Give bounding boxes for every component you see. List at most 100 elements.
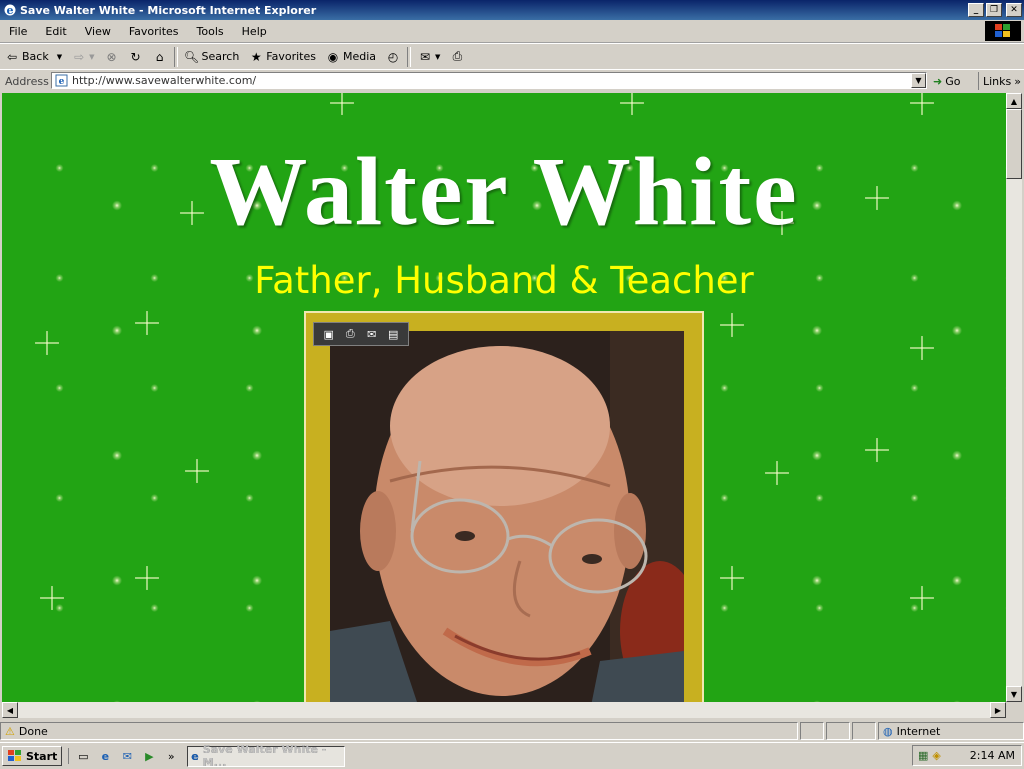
internet-explorer-icon: e	[191, 749, 199, 763]
forward-arrow-icon: ⇨	[74, 49, 85, 64]
scroll-right-button[interactable]: ▶	[990, 702, 1006, 718]
security-icon[interactable]: ◈	[932, 749, 940, 762]
address-dropdown-button[interactable]: ▼	[911, 73, 926, 88]
show-desktop-icon[interactable]: ▭	[75, 748, 91, 764]
menu-bar: File Edit View Favorites Tools Help	[0, 20, 1024, 43]
chevron-right-icon: ▶	[994, 705, 1002, 715]
favorites-button[interactable]: ★ Favorites	[244, 46, 321, 68]
print-button[interactable]: ⎙	[445, 46, 469, 68]
save-image-icon[interactable]: ▣	[322, 328, 336, 341]
back-button[interactable]: ⇦ Back ▼	[0, 46, 67, 68]
zone-label: Internet	[896, 724, 941, 738]
network-icon[interactable]: ▦	[918, 749, 928, 762]
favorites-icon: ★	[250, 49, 262, 64]
back-dropdown-icon[interactable]: ▼	[57, 53, 62, 61]
menu-help[interactable]: Help	[233, 25, 276, 38]
address-url: http://www.savewalterwhite.com/	[72, 74, 257, 87]
refresh-button[interactable]: ↻	[124, 46, 148, 68]
status-bar: ⚠ Done ◍ Internet	[0, 721, 1024, 741]
print-icon: ⎙	[452, 49, 463, 63]
search-label: Search	[201, 50, 240, 63]
image-toolbar: ▣ ⎙ ✉ ▤	[313, 322, 409, 346]
sparkle-decoration	[185, 459, 209, 483]
scroll-up-button[interactable]: ▲	[1006, 93, 1022, 109]
media-player-icon[interactable]: ▶	[141, 748, 157, 764]
start-button[interactable]: Start	[2, 746, 63, 766]
scroll-left-button[interactable]: ◀	[2, 702, 18, 718]
page-subtitle: Father, Husband & Teacher	[254, 259, 754, 302]
menu-favorites[interactable]: Favorites	[120, 25, 188, 38]
go-button[interactable]: ➜ Go	[933, 72, 960, 90]
page-title: Walter White	[209, 138, 799, 246]
sparkle-decoration	[910, 586, 934, 610]
page-done-icon: ⚠	[5, 724, 15, 738]
photo-frame	[304, 311, 704, 702]
toolbar-separator	[173, 46, 178, 67]
sparkle-decoration	[135, 311, 159, 335]
address-input[interactable]: e http://www.savewalterwhite.com/ ▼	[51, 72, 927, 89]
internet-explorer-icon[interactable]: e	[97, 748, 113, 764]
go-label: Go	[945, 74, 961, 88]
vertical-scrollbar[interactable]: ▲ ▼	[1006, 93, 1022, 702]
mail-icon: ✉	[420, 49, 431, 64]
security-zone: ◍ Internet	[878, 722, 1024, 740]
home-button[interactable]: ⌂	[148, 46, 172, 68]
print-image-icon[interactable]: ⎙	[343, 327, 357, 340]
page-icon: e	[55, 74, 68, 87]
refresh-icon: ↻	[130, 49, 141, 64]
menu-edit[interactable]: Edit	[36, 25, 75, 38]
media-button[interactable]: ◉ Media	[321, 46, 381, 68]
chevron-down-icon: ▼	[915, 76, 922, 85]
forward-button[interactable]: ⇨ ▼	[67, 46, 99, 68]
mail-button[interactable]: ✉ ▼	[413, 46, 445, 68]
restore-button[interactable]: ❐	[986, 3, 1002, 17]
address-bar: Address e http://www.savewalterwhite.com…	[0, 69, 1024, 92]
chevron-down-icon: ▼	[1010, 689, 1018, 699]
status-main: ⚠ Done	[0, 722, 798, 740]
minimize-icon: _	[973, 5, 979, 15]
forward-dropdown-icon[interactable]: ▼	[89, 53, 94, 61]
system-tray: ▦ ◈ 2:14 AM	[912, 745, 1022, 766]
chevron-right-icon: »	[1014, 74, 1021, 88]
stop-button[interactable]: ⊗	[100, 46, 124, 68]
horizontal-scrollbar[interactable]: ◀ ▶	[2, 702, 1006, 718]
sparkle-decoration	[330, 93, 354, 115]
window-title-bar[interactable]: e Save Walter White - Microsoft Internet…	[0, 0, 1024, 20]
menu-view[interactable]: View	[76, 25, 120, 38]
sparkle-decoration	[765, 461, 789, 485]
clock[interactable]: 2:14 AM	[970, 749, 1015, 762]
menu-file[interactable]: File	[0, 25, 36, 38]
outlook-express-icon[interactable]: ✉	[119, 748, 135, 764]
globe-icon: ◍	[883, 724, 893, 738]
links-button[interactable]: Links »	[978, 72, 1021, 90]
address-label: Address	[5, 74, 49, 88]
svg-text:e: e	[7, 4, 14, 17]
quick-launch-more-icon[interactable]: »	[163, 748, 179, 764]
svg-text:e: e	[59, 77, 65, 87]
walter-white-photo[interactable]	[330, 331, 684, 702]
history-icon: ◴	[387, 49, 399, 64]
mail-dropdown-icon: ▼	[435, 52, 441, 61]
taskbar-item-label: Save Walter White - M...	[202, 743, 327, 769]
history-button[interactable]: ◴	[381, 46, 405, 68]
sparkle-decoration	[910, 336, 934, 360]
my-pictures-icon[interactable]: ▤	[386, 328, 400, 341]
minimize-button[interactable]: _	[968, 3, 984, 17]
taskbar-item-ie-window[interactable]: e Save Walter White - M...	[187, 743, 346, 769]
media-label: Media	[343, 50, 377, 63]
scroll-down-button[interactable]: ▼	[1006, 686, 1022, 702]
go-arrow-icon: ➜	[933, 74, 943, 88]
sparkle-decoration	[910, 93, 934, 115]
status-cell	[852, 722, 876, 740]
search-button[interactable]: 🔍︎ Search	[180, 46, 245, 68]
sparkle-decoration	[720, 313, 744, 337]
web-page-content: Walter White Father, Husband & Teacher ▣…	[2, 93, 1006, 702]
email-image-icon[interactable]: ✉	[365, 328, 379, 341]
close-button[interactable]: ✕	[1006, 3, 1022, 17]
status-text: Done	[18, 724, 48, 738]
menu-tools[interactable]: Tools	[188, 25, 233, 38]
vertical-scroll-thumb[interactable]	[1006, 109, 1022, 179]
home-icon: ⌂	[155, 49, 164, 64]
close-icon: ✕	[1010, 5, 1018, 15]
window-title: Save Walter White - Microsoft Internet E…	[20, 3, 317, 17]
